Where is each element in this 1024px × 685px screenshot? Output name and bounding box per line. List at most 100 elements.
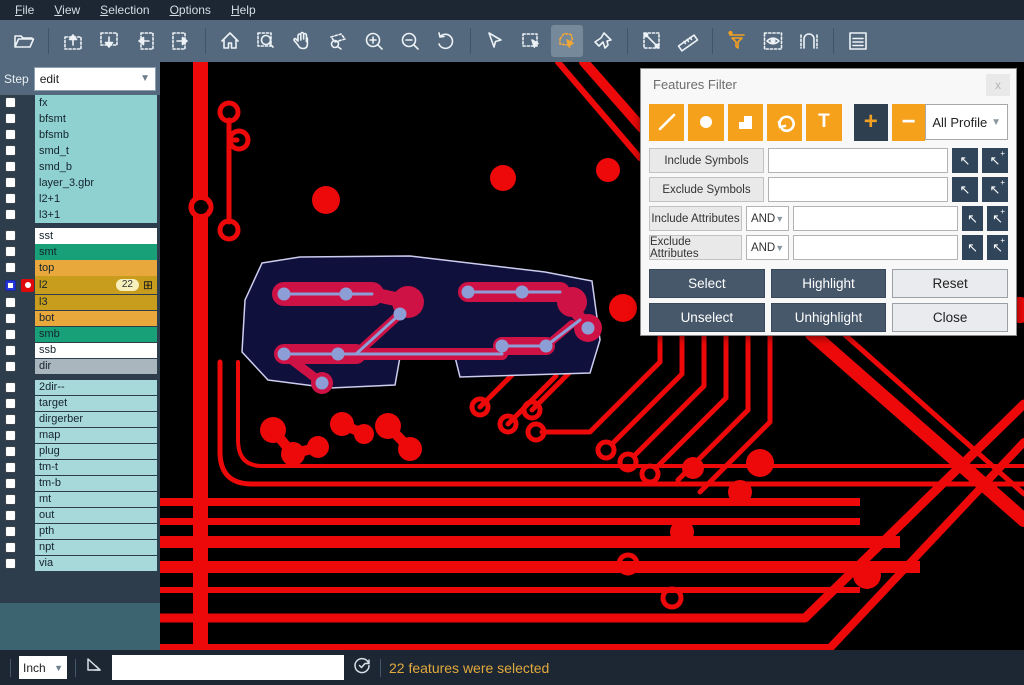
layer-name-bar[interactable]: pth: [35, 524, 157, 540]
layer-name-bar[interactable]: smt: [35, 244, 157, 260]
menu-item-file[interactable]: File: [6, 1, 43, 19]
layer-name-bar[interactable]: map: [35, 428, 157, 444]
layer-visibility-cell[interactable]: [0, 228, 20, 244]
layer-name-bar[interactable]: l3+1: [35, 207, 157, 223]
zoom-polygon-button[interactable]: [322, 25, 354, 57]
include-attributes-pick-button[interactable]: ↖: [962, 206, 983, 231]
layer-name-bar[interactable]: bot: [35, 311, 157, 327]
layer-checkbox[interactable]: [5, 246, 16, 257]
layer-name-bar[interactable]: fx: [35, 95, 157, 111]
layer-visibility-cell[interactable]: [0, 343, 20, 359]
layer-checkbox[interactable]: [5, 280, 16, 291]
filter-line-button[interactable]: [649, 104, 684, 141]
reset-button[interactable]: Reset: [892, 269, 1008, 298]
exclude-attributes-and-select[interactable]: AND ▼: [746, 235, 789, 260]
layer-visibility-cell[interactable]: [0, 524, 20, 540]
work-layer-cell[interactable]: [20, 111, 35, 127]
layer-visibility-cell[interactable]: [0, 127, 20, 143]
menu-item-selection[interactable]: Selection: [91, 1, 158, 19]
layer-checkbox[interactable]: [5, 161, 16, 172]
layer-checkbox[interactable]: [5, 462, 16, 473]
work-layer-cell[interactable]: [20, 207, 35, 223]
work-layer-cell[interactable]: [20, 396, 35, 412]
layer-name-bar[interactable]: 2dir--: [35, 380, 157, 396]
work-layer-cell[interactable]: [20, 244, 35, 260]
layer-visibility-cell[interactable]: [0, 359, 20, 375]
work-layer-cell[interactable]: [20, 191, 35, 207]
grid-icon[interactable]: ⊞: [143, 279, 153, 291]
layer-visibility-cell[interactable]: [0, 380, 20, 396]
layer-checkbox[interactable]: [5, 398, 16, 409]
layer-visibility-cell[interactable]: [0, 508, 20, 524]
layer-visibility-cell[interactable]: [0, 444, 20, 460]
angle-tool-button[interactable]: [84, 655, 104, 680]
zoom-window-button[interactable]: [250, 25, 282, 57]
measure-distance-button[interactable]: [636, 25, 668, 57]
layer-row-2dir--[interactable]: 2dir--: [0, 380, 160, 396]
layer-visibility-cell[interactable]: [0, 460, 20, 476]
layer-checkbox[interactable]: [5, 129, 16, 140]
unhighlight-button[interactable]: Unhighlight: [771, 303, 887, 332]
exclude-symbols-input[interactable]: [768, 177, 948, 202]
layer-row-bfsmt[interactable]: bfsmt: [0, 111, 160, 127]
ruler-button[interactable]: [672, 25, 704, 57]
home-view-button[interactable]: [214, 25, 246, 57]
pan-hand-button[interactable]: [286, 25, 318, 57]
layer-visibility-cell[interactable]: [0, 412, 20, 428]
layer-name-bar[interactable]: smd_b: [35, 159, 157, 175]
layer-checkbox[interactable]: [5, 478, 16, 489]
layer-visibility-cell[interactable]: [0, 295, 20, 311]
layer-row-l2[interactable]: l222⊞: [0, 276, 160, 294]
layer-panel-button[interactable]: [842, 25, 874, 57]
work-layer-cell[interactable]: [20, 524, 35, 540]
layer-checkbox[interactable]: [5, 446, 16, 457]
layer-checkbox[interactable]: [5, 145, 16, 156]
layer-row-top[interactable]: top: [0, 260, 160, 276]
exclude-symbols-label[interactable]: Exclude Symbols: [649, 177, 764, 202]
zoom-out-button[interactable]: [394, 25, 426, 57]
filter-remove-button[interactable]: −: [892, 104, 925, 141]
exclude-symbols-pick-button[interactable]: ↖: [952, 177, 978, 202]
layer-name-bar[interactable]: top: [35, 260, 157, 276]
layer-name-bar[interactable]: smb: [35, 327, 157, 343]
layer-visibility-cell[interactable]: [0, 143, 20, 159]
layer-name-bar[interactable]: tm-b: [35, 476, 157, 492]
work-layer-cell[interactable]: [20, 327, 35, 343]
layer-checkbox[interactable]: [5, 345, 16, 356]
layer-row-dirgerber[interactable]: dirgerber: [0, 412, 160, 428]
layer-checkbox[interactable]: [5, 510, 16, 521]
profile-select[interactable]: All Profile ▼: [925, 104, 1008, 140]
layer-visibility-cell[interactable]: [0, 327, 20, 343]
work-layer-cell[interactable]: [20, 95, 35, 111]
layer-row-bot[interactable]: bot: [0, 311, 160, 327]
layer-name-bar[interactable]: mt: [35, 492, 157, 508]
layer-name-bar[interactable]: bfsmt: [35, 111, 157, 127]
menu-item-help[interactable]: Help: [222, 1, 265, 19]
polygon-select-button[interactable]: [551, 25, 583, 57]
layer-checkbox[interactable]: [5, 494, 16, 505]
menu-item-view[interactable]: View: [45, 1, 89, 19]
layer-checkbox[interactable]: [5, 297, 16, 308]
layer-name-bar[interactable]: plug: [35, 444, 157, 460]
layer-row-via[interactable]: via: [0, 556, 160, 572]
layer-name-bar[interactable]: bfsmb: [35, 127, 157, 143]
layer-row-l3[interactable]: l3: [0, 295, 160, 311]
layer-name-bar[interactable]: layer_3.gbr: [35, 175, 157, 191]
filter-text-button[interactable]: T: [806, 104, 841, 141]
layer-name-bar[interactable]: via: [35, 556, 157, 572]
layer-checkbox[interactable]: [5, 193, 16, 204]
include-symbols-input[interactable]: [768, 148, 948, 173]
layer-name-bar[interactable]: npt: [35, 540, 157, 556]
layer-row-ssb[interactable]: ssb: [0, 343, 160, 359]
layer-checkbox[interactable]: [5, 542, 16, 553]
layer-row-l3+1[interactable]: l3+1: [0, 207, 160, 223]
layer-visibility-cell[interactable]: [0, 175, 20, 191]
layer-row-dir[interactable]: dir: [0, 359, 160, 375]
layer-checkbox[interactable]: [5, 526, 16, 537]
layer-row-plug[interactable]: plug: [0, 444, 160, 460]
layer-checkbox[interactable]: [5, 113, 16, 124]
include-symbols-pick-add-button[interactable]: ↖+: [982, 148, 1008, 173]
layer-visibility-cell[interactable]: [0, 260, 20, 276]
layer-checkbox[interactable]: [5, 361, 16, 372]
layer-checkbox[interactable]: [5, 329, 16, 340]
